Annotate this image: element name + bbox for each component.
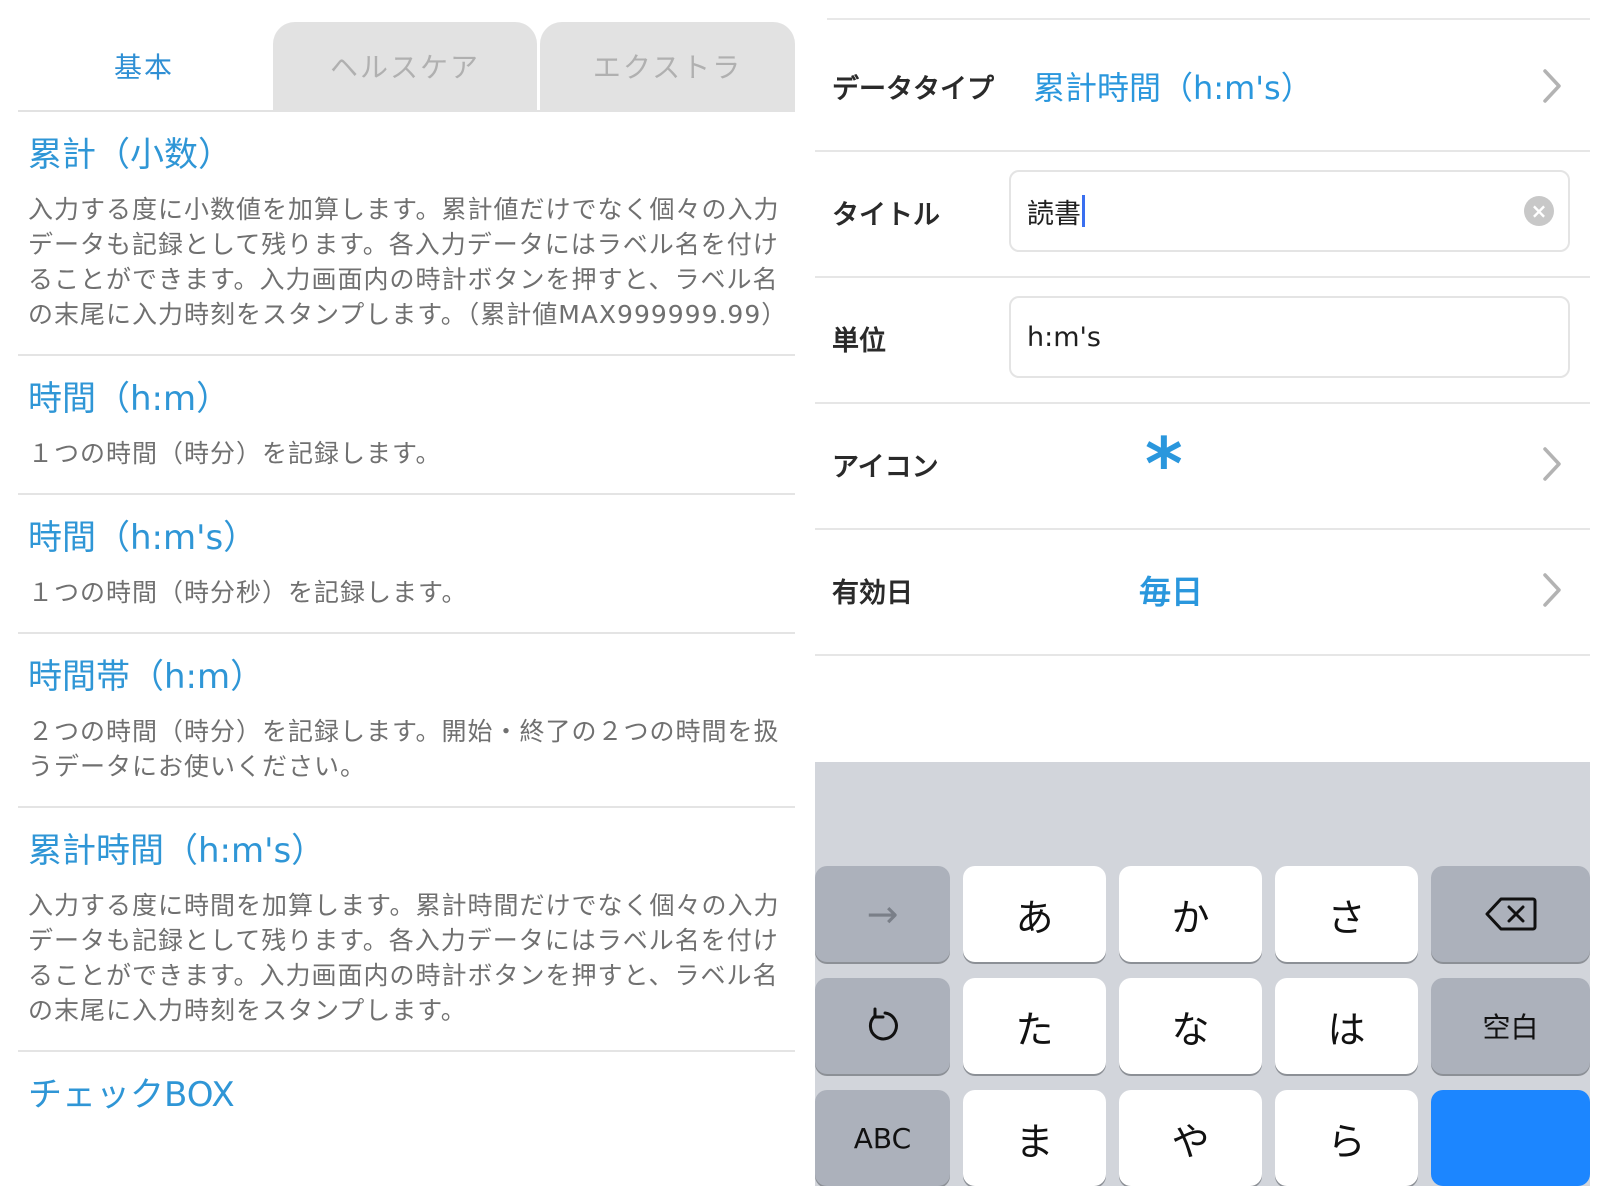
undo-icon [868, 1007, 898, 1041]
icon-label: アイコン [832, 451, 939, 483]
chevron-right-icon [1542, 22, 1562, 150]
data-type-label: データタイプ [832, 73, 994, 105]
item-title: チェックBOX [28, 1075, 235, 1115]
tab-bar: 基本 ヘルスケア エクストラ [18, 18, 795, 112]
key-ya[interactable]: や [1119, 1090, 1262, 1186]
icon-row[interactable]: アイコン * [815, 400, 1590, 530]
item-title: 時間（h:m's） [28, 518, 258, 558]
title-label: タイトル [832, 199, 940, 231]
unit-input-value: h:m's [1027, 321, 1101, 353]
data-type-row[interactable]: データタイプ 累計時間（h:m's） [815, 22, 1590, 152]
item-title: 累計（小数） [28, 135, 232, 175]
title-input[interactable]: 読書 × [1009, 170, 1570, 252]
key-ka[interactable]: か [1119, 866, 1262, 962]
abc-key[interactable]: ABC [815, 1090, 950, 1186]
list-item-checkbox[interactable]: チェックBOX [18, 1052, 795, 1140]
return-key[interactable] [1431, 1090, 1590, 1186]
valid-days-label: 有効日 [832, 577, 913, 609]
key-ha[interactable]: は [1275, 978, 1418, 1074]
unit-row: 単位 h:m's [815, 274, 1590, 404]
divider [827, 18, 1590, 20]
tab-extra[interactable]: エクストラ [540, 22, 795, 110]
key-ta[interactable]: た [963, 978, 1106, 1074]
data-type-list: 累計（小数） 入力する度に小数値を加算します。累計値だけでなく個々の入力データも… [18, 112, 795, 1140]
unit-input[interactable]: h:m's [1009, 296, 1570, 378]
list-item-time-hm[interactable]: 時間（h:m） １つの時間（時分）を記録します。 [18, 356, 795, 495]
key-a[interactable]: あ [963, 866, 1106, 962]
item-description: １つの時間（時分秒）を記録します。 [28, 578, 468, 607]
chevron-right-icon [1542, 526, 1562, 654]
item-description: ２つの時間（時分）を記録します。開始・終了の２つの時間を扱うデータにお使いくださ… [28, 717, 780, 781]
next-candidate-key[interactable]: → [815, 866, 950, 962]
item-description: 入力する度に時間を加算します。累計時間だけでなく個々の入力データも記録として残り… [28, 891, 780, 1025]
backspace-icon [1485, 897, 1536, 931]
list-item-time-range[interactable]: 時間帯（h:m） ２つの時間（時分）を記録します。開始・終了の２つの時間を扱うデ… [18, 634, 795, 808]
asterisk-icon: * [1145, 422, 1183, 506]
valid-days-row[interactable]: 有効日 毎日 [815, 526, 1590, 656]
key-ma[interactable]: ま [963, 1090, 1106, 1186]
chevron-right-icon [1542, 400, 1562, 528]
item-description: 入力する度に小数値を加算します。累計値だけでなく個々の入力データも記録として残り… [28, 195, 788, 329]
item-settings-form: データタイプ 累計時間（h:m's） タイトル 読書 × 単位 h:m's アイ… [815, 18, 1590, 1186]
title-row: タイトル 読書 × [815, 148, 1590, 278]
list-item-cumulative-time[interactable]: 累計時間（h:m's） 入力する度に時間を加算します。累計時間だけでなく個々の入… [18, 808, 795, 1052]
list-item-time-hms[interactable]: 時間（h:m's） １つの時間（時分秒）を記録します。 [18, 495, 795, 634]
backspace-key[interactable] [1431, 866, 1590, 962]
item-description: １つの時間（時分）を記録します。 [28, 439, 442, 468]
key-sa[interactable]: さ [1275, 866, 1418, 962]
key-na[interactable]: な [1119, 978, 1262, 1074]
data-type-selector: 基本 ヘルスケア エクストラ 累計（小数） 入力する度に小数値を加算します。累計… [18, 18, 795, 1200]
title-input-value: 読書 [1027, 198, 1081, 230]
undo-key[interactable] [815, 978, 950, 1074]
tab-healthcare[interactable]: ヘルスケア [273, 22, 537, 110]
unit-label: 単位 [832, 325, 886, 357]
item-title: 累計時間（h:m's） [28, 831, 326, 871]
clear-icon[interactable]: × [1524, 196, 1554, 226]
tab-basic[interactable]: 基本 [18, 22, 270, 110]
japanese-kana-keyboard: → あ か さ た な は 空白 ABC ま や ら [815, 762, 1590, 1186]
key-ra[interactable]: ら [1275, 1090, 1418, 1186]
data-type-value: 累計時間（h:m's） [1033, 69, 1313, 107]
item-title: 時間帯（h:m） [28, 657, 265, 697]
text-cursor [1082, 195, 1085, 227]
valid-days-value: 毎日 [1139, 573, 1204, 611]
space-key[interactable]: 空白 [1431, 978, 1590, 1074]
list-item-cumulative-decimal[interactable]: 累計（小数） 入力する度に小数値を加算します。累計値だけでなく個々の入力データも… [18, 112, 795, 356]
item-title: 時間（h:m） [28, 379, 231, 419]
